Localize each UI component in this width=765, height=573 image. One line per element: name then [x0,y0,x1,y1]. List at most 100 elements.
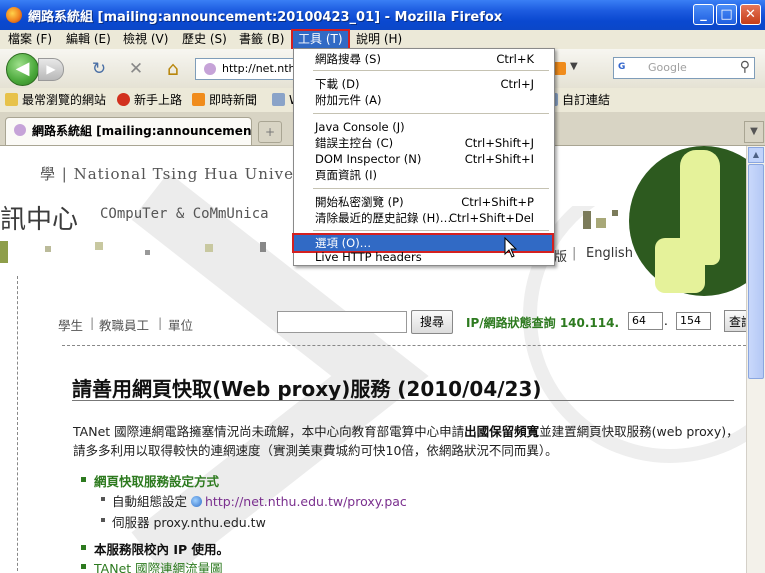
bullet [81,564,86,569]
link-english[interactable]: English [586,246,633,261]
globe-icon [191,496,202,507]
menu-item-dom-inspector[interactable]: DOM Inspector (N) Ctrl+Shift+I [294,151,552,167]
page-icon [272,93,285,106]
menu-bookmarks[interactable]: 書籤 (B) [234,31,289,48]
menu-item-web-search[interactable]: 網路搜尋 (S) Ctrl+K [294,51,552,67]
separator: | [90,315,95,330]
menu-separator [313,230,549,231]
decor-square [45,246,51,252]
window-titlebar: 網路系統組 [mailing:announcement:20100423_01]… [0,0,765,30]
menu-item-private-browsing[interactable]: 開始私密瀏覽 (P) Ctrl+Shift+P [294,194,552,210]
link-units[interactable]: 單位 [168,315,193,334]
url-text: http://net.nthu [222,62,297,75]
ip-query-label: IP/網路狀態查詢 140.114. [466,316,620,330]
ip-octet-4-input[interactable]: 154 [676,312,711,330]
university-name: 學 | National Tsing Hua University [40,165,334,183]
window-title: 網路系統組 [mailing:announcement:20100423_01]… [28,10,503,25]
tools-menu-dropdown: 網路搜尋 (S) Ctrl+K 下載 (D) Ctrl+J 附加元件 (A) Jav… [292,48,555,266]
menu-separator [313,113,549,114]
search-placeholder: Google [648,61,687,74]
link-staff[interactable]: 教職員工 [99,315,149,334]
menu-item-java-console[interactable]: Java Console (J) [294,119,552,135]
url-dropdown-icon[interactable]: ▼ [570,61,578,72]
menu-item-downloads[interactable]: 下載 (D) Ctrl+J [294,76,552,92]
dotted-divider-horizontal [62,345,746,346]
tab-favicon [14,124,26,136]
headline-rule [72,400,734,401]
bookmark-latest-news[interactable]: 即時新聞 [192,92,257,108]
bookmark-getting-started[interactable]: 新手上路 [117,92,182,108]
scroll-thumb[interactable] [748,164,764,379]
menu-item-addons[interactable]: 附加元件 (A) [294,92,552,108]
decor-square [596,218,606,228]
link-students[interactable]: 學生 [58,315,83,334]
folder-icon [5,93,18,106]
rss-icon [192,93,205,106]
center-english-name: COmpuTer & CoMmUnica [100,206,269,222]
decor-square [612,210,618,216]
mouse-cursor-icon [504,237,518,258]
menu-item-page-info[interactable]: 頁面資訊 (I) [294,167,552,183]
bullet [101,497,105,501]
new-tab-button[interactable]: + [258,121,282,143]
firefox-bookmark-icon [117,93,130,106]
link-version[interactable]: 版 [554,246,567,265]
decor-square [205,244,213,252]
scroll-up-arrow[interactable]: ▲ [748,147,764,163]
menu-file[interactable]: 檔案 (F) [3,31,57,48]
campus-only-notice: 本服務限校內 IP 使用。 [94,542,230,557]
article-paragraph: TANet 國際連網電路擁塞情況尚未疏解，本中心向教育部電算中心申請出國保留頻寬… [73,424,739,458]
decor-square [145,250,150,255]
bullet [81,477,86,482]
ip-query-button[interactable]: 查詢 [724,310,746,332]
menu-item-clear-history[interactable]: 清除最近的歷史記錄 (H)… Ctrl+Shift+Del [294,210,552,226]
auto-config-item: 自動組態設定 http://net.nthu.edu.tw/proxy.pac [112,494,407,509]
reload-icon[interactable]: ↻ [88,59,110,79]
vertical-scrollbar[interactable]: ▲ [746,146,765,573]
list-heading-proxy-settings: 網頁快取服務設定方式 [94,474,220,489]
search-box[interactable]: G Google ⚲ [613,57,755,79]
dotted-divider-vertical [17,276,18,573]
center-title: 訊中心 [0,205,79,235]
home-icon[interactable]: ⌂ [162,59,184,79]
site-search-button[interactable]: 搜尋 [411,310,453,334]
decor-square [0,241,8,263]
logo-hand-down [655,238,705,293]
bullet [101,518,105,522]
decor-square [583,211,591,229]
back-button[interactable]: ◀ [6,53,39,86]
decor-square [95,242,103,250]
minimize-button[interactable]: _ [693,4,714,25]
menu-tools[interactable]: 工具 (T) [291,29,350,50]
proxy-pac-link[interactable]: http://net.nthu.edu.tw/proxy.pac [205,494,407,509]
url-bar[interactable]: http://net.nthu [195,58,297,80]
menu-item-error-console[interactable]: 錯誤主控台 (C) Ctrl+Shift+J [294,135,552,151]
ip-octet-3-input[interactable]: 64 [628,312,663,330]
proxy-server-item: 伺服器 proxy.nthu.edu.tw [112,515,266,530]
traffic-chart-link[interactable]: TANet 國際連網流量圖 [94,558,223,573]
link-separator: | [572,246,577,261]
firefox-icon [6,7,22,23]
ip-dot: . [664,314,668,328]
forward-button[interactable]: ▶ [38,58,64,81]
menu-separator [313,70,549,71]
tab-list-button[interactable]: ▼ [744,121,764,143]
bookmark-most-visited[interactable]: 最常瀏覽的網站 [5,92,106,108]
menu-view[interactable]: 檢視 (V) [118,31,173,48]
tab-active[interactable]: 網路系統組 [mailing:announcement: [5,117,252,145]
menu-help[interactable]: 說明 (H) [351,31,407,48]
article-headline: 請善用網頁快取(Web proxy)服務 (2010/04/23) [72,377,542,401]
menu-separator [313,188,549,189]
menu-history[interactable]: 歷史 (S) [177,31,232,48]
menu-edit[interactable]: 編輯 (E) [61,31,116,48]
separator: | [158,315,163,330]
bullet [81,545,86,550]
menu-bar: 檔案 (F) 編輯 (E) 檢視 (V) 歷史 (S) 書籤 (B) 工具 (T… [0,29,765,50]
search-icon[interactable]: ⚲ [740,59,750,75]
site-search-input[interactable] [277,311,407,333]
close-button[interactable]: ✕ [740,4,761,25]
maximize-button[interactable]: □ [716,4,737,25]
search-engine-icon[interactable]: G [618,61,640,74]
stop-icon[interactable]: ✕ [125,59,147,79]
decor-square [260,242,266,252]
